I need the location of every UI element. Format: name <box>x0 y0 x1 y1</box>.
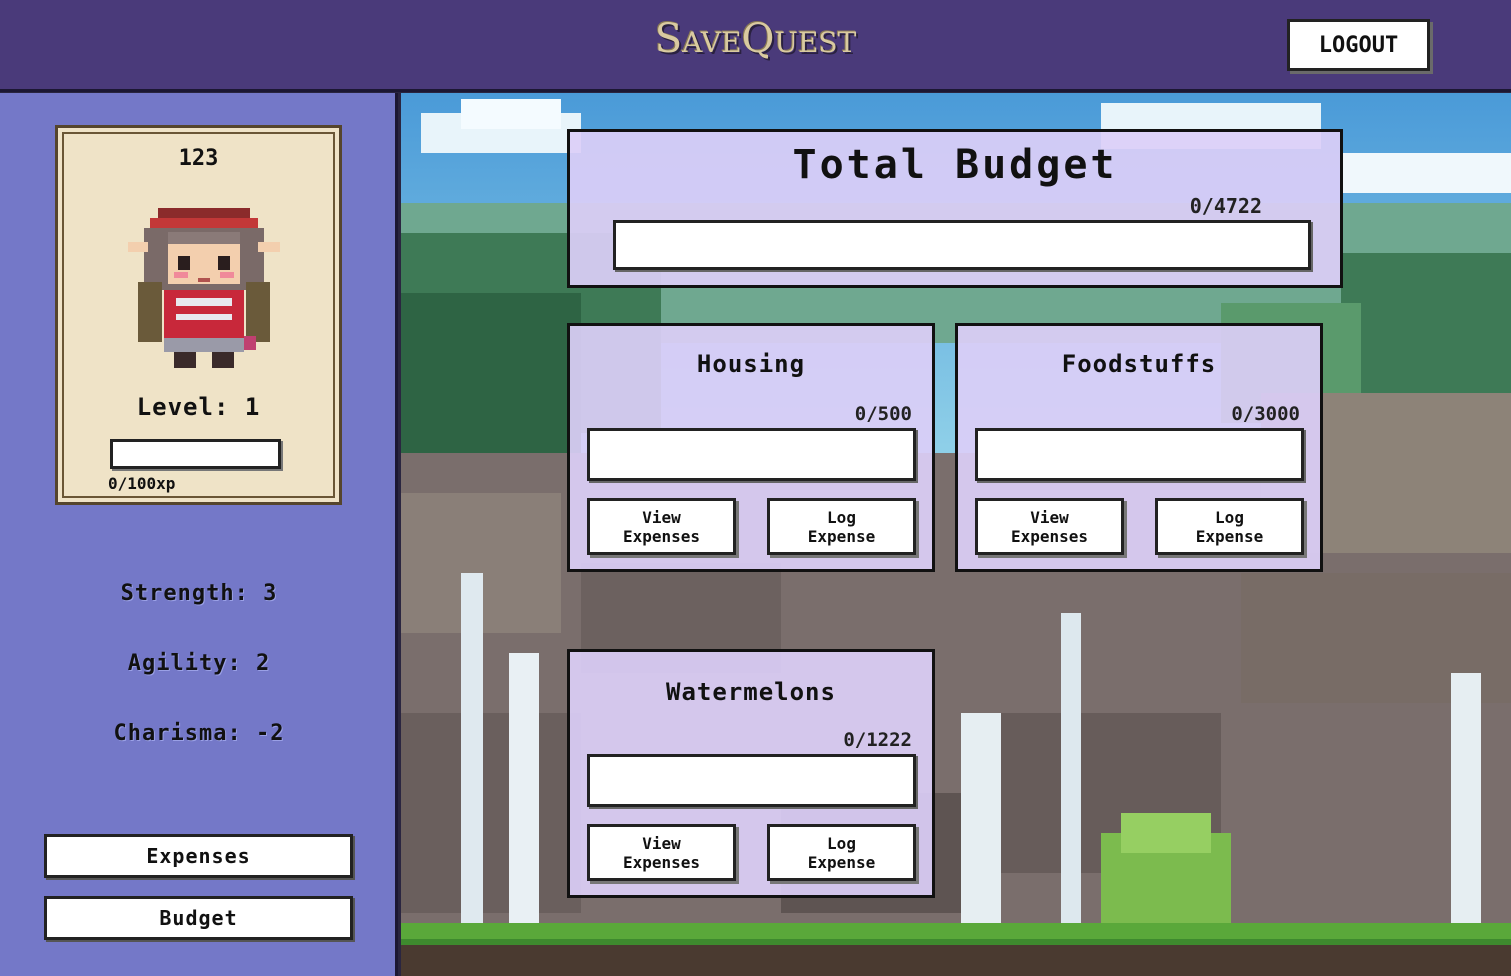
level-label: Level: 1 <box>136 393 261 421</box>
total-budget-amount: 0/4722 <box>1189 194 1262 218</box>
character-card: 123 Level: 1 0/100xp <box>55 125 342 505</box>
category-panel-foodstuffs: Foodstuffs 0/3000 View Expenses Log Expe… <box>955 323 1323 572</box>
category-title: Foodstuffs <box>1061 350 1217 378</box>
xp-bar <box>110 439 281 469</box>
category-panel-housing: Housing 0/500 View Expenses Log Expense <box>567 323 935 572</box>
category-progress-bar <box>975 428 1304 481</box>
xp-label: 0/100xp <box>108 474 176 493</box>
category-progress-bar <box>587 754 916 807</box>
app-logo: SaveQuest <box>654 16 857 62</box>
view-expenses-button[interactable]: View Expenses <box>587 498 736 555</box>
expenses-nav-button[interactable]: Expenses <box>44 834 353 878</box>
stat-charisma: Charisma: -2 <box>113 721 285 746</box>
category-panel-watermelons: Watermelons 0/1222 View Expenses Log Exp… <box>567 649 935 898</box>
category-amount: 0/500 <box>854 403 912 425</box>
budget-nav-button[interactable]: Budget <box>44 896 353 940</box>
sidebar: 123 Level: 1 0/100xp Strength: 3 Agility… <box>0 93 398 976</box>
stat-agility: Agility: 2 <box>127 651 271 676</box>
view-expenses-button[interactable]: View Expenses <box>975 498 1124 555</box>
total-budget-panel: Total Budget 0/4722 <box>567 129 1343 288</box>
category-progress-bar <box>587 428 916 481</box>
main-content: Total Budget 0/4722 Housing 0/500 View E… <box>401 93 1511 976</box>
category-title: Watermelons <box>666 678 836 706</box>
category-amount: 0/1222 <box>843 729 912 751</box>
stat-strength: Strength: 3 <box>120 581 278 606</box>
log-expense-button[interactable]: Log Expense <box>1155 498 1304 555</box>
category-title: Housing <box>696 350 806 378</box>
log-expense-button[interactable]: Log Expense <box>767 824 916 881</box>
character-avatar-icon <box>128 208 280 368</box>
category-amount: 0/3000 <box>1231 403 1300 425</box>
logout-button[interactable]: LOGOUT <box>1287 19 1430 71</box>
top-bar: SaveQuest LOGOUT <box>0 0 1511 92</box>
log-expense-button[interactable]: Log Expense <box>767 498 916 555</box>
total-budget-progress-bar <box>613 220 1311 270</box>
view-expenses-button[interactable]: View Expenses <box>587 824 736 881</box>
total-budget-title: Total Budget <box>792 142 1118 188</box>
character-name: 123 <box>178 146 219 171</box>
